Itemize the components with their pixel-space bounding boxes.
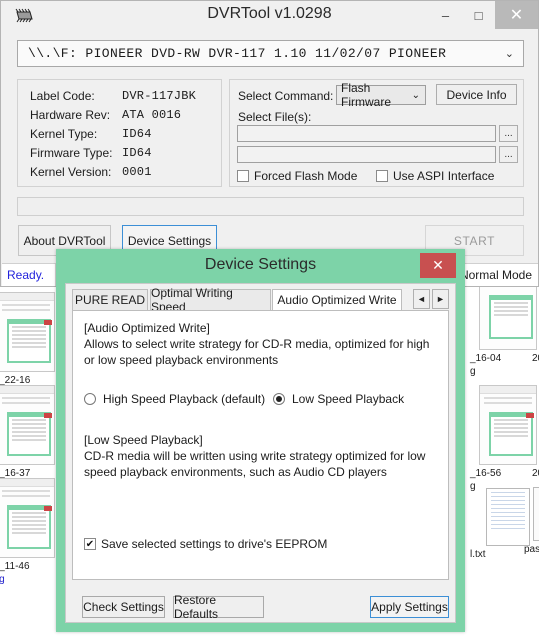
label-kernel-type: Kernel Type: (30, 127, 98, 141)
file-name: 201 (532, 468, 539, 479)
tab-scroll-left-icon[interactable]: ◄ (413, 289, 430, 309)
file-name: pas (524, 544, 539, 555)
apply-settings-button[interactable]: Apply Settings (370, 596, 449, 618)
select-command-value: Flash Firmware (341, 81, 391, 109)
close-icon: ✕ (509, 7, 524, 24)
audio-optimized-write-description: [Audio Optimized Write] Allows to select… (84, 321, 430, 367)
file-list-item[interactable]: pas (522, 487, 539, 556)
progress-bar (17, 197, 524, 216)
file-thumbnail (479, 385, 537, 465)
file-name: _16-56 (470, 468, 502, 479)
tab-audio-optimized-write[interactable]: Audio Optimized Write (272, 289, 402, 311)
checkbox-box (376, 170, 388, 182)
title-bar: DVRTool v1.0298 – □ ✕ (1, 1, 538, 31)
maximize-button[interactable]: □ (462, 1, 495, 29)
dialog-title: Device Settings (204, 256, 317, 273)
file-thumbnail (0, 385, 55, 465)
drive-selector-dropdown[interactable]: \\.\F: PIONEER DVD-RW DVR-117 1.10 11/02… (17, 40, 524, 67)
command-panel: Select Command: Flash Firmware ⌄ Device … (229, 79, 524, 187)
minimize-button[interactable]: – (429, 1, 462, 29)
save-to-eeprom-checkbox[interactable]: ✔ Save selected settings to drive's EEPR… (84, 537, 327, 551)
file-ext: g (470, 366, 476, 377)
tab-pure-read[interactable]: PURE READ (72, 289, 148, 311)
dvrtool-main-window: DVRTool v1.0298 – □ ✕ \\.\F: PIONEER DVD… (0, 0, 539, 287)
file-list-item[interactable]: 201 (530, 385, 539, 480)
tab-scroll-right-icon[interactable]: ► (432, 289, 449, 309)
minimize-icon: – (441, 7, 450, 23)
value-label-code: DVR-117JBK (122, 89, 197, 103)
select-command-label: Select Command: (238, 89, 334, 103)
select-command-dropdown[interactable]: Flash Firmware ⌄ (336, 81, 426, 109)
radio-circle (273, 393, 285, 405)
radio-high-speed-playback[interactable]: High Speed Playback (default) (84, 392, 265, 406)
check-settings-button[interactable]: Check Settings (82, 596, 165, 618)
dialog-close-button[interactable]: ✕ (420, 253, 456, 278)
device-info-panel: Label Code: DVR-117JBK Hardware Rev: ATA… (17, 79, 222, 187)
value-hardware-rev: ATA 0016 (122, 108, 182, 122)
label-label-code: Label Code: (30, 89, 95, 103)
close-icon: ✕ (432, 257, 444, 273)
low-speed-playback-description: [Low Speed Playback] CD-R media will be … (84, 433, 426, 479)
label-hardware-rev: Hardware Rev: (30, 108, 111, 122)
radio-high-speed-playback-label: High Speed Playback (default) (103, 392, 266, 406)
file-path-input-1[interactable] (237, 125, 496, 142)
device-settings-dialog: Device Settings ✕ PURE READ Optimal Writ… (56, 249, 465, 632)
value-kernel-type: ID64 (122, 127, 152, 141)
browse-button-1[interactable]: ... (499, 125, 518, 142)
status-mode-text: Normal Mode (459, 268, 532, 282)
tab-optimal-writing-speed[interactable]: Optimal Writing Speed (150, 286, 271, 314)
checkbox-box (237, 170, 249, 182)
chevron-down-icon: ⌄ (411, 89, 420, 101)
dialog-body: PURE READ Optimal Writing Speed Audio Op… (65, 283, 456, 623)
audio-optimized-write-panel: [Audio Optimized Write] Allows to select… (72, 310, 449, 580)
dialog-tab-strip: PURE READ Optimal Writing Speed Audio Op… (72, 286, 449, 314)
label-kernel-version: Kernel Version: (30, 165, 112, 179)
radio-circle (84, 393, 96, 405)
maximize-icon: □ (474, 7, 483, 23)
status-ready-text: Ready. (7, 268, 45, 282)
file-name: 201 (532, 353, 539, 364)
forced-flash-mode-checkbox[interactable]: Forced Flash Mode (237, 169, 357, 183)
label-firmware-type: Firmware Type: (30, 146, 113, 160)
forced-flash-mode-label: Forced Flash Mode (254, 169, 358, 183)
chevron-down-icon: ⌄ (504, 48, 514, 60)
value-firmware-type: ID64 (122, 146, 152, 160)
checkbox-box: ✔ (84, 538, 96, 550)
file-thumbnail (0, 478, 55, 558)
radio-low-speed-playback[interactable]: Low Speed Playback (273, 392, 404, 406)
value-kernel-version: 0001 (122, 165, 152, 179)
file-list-item[interactable]: _16-56 g (468, 385, 539, 493)
file-name: _16-04 (470, 353, 502, 364)
device-info-button[interactable]: Device Info (436, 84, 517, 105)
use-aspi-interface-checkbox[interactable]: Use ASPI Interface (376, 169, 494, 183)
select-files-label: Select File(s): (238, 110, 312, 124)
drive-selector-value: \\.\F: PIONEER DVD-RW DVR-117 1.10 11/02… (28, 46, 447, 61)
gear-icon (533, 487, 539, 541)
use-aspi-interface-label: Use ASPI Interface (393, 169, 495, 183)
file-path-input-2[interactable] (237, 146, 496, 163)
file-thumbnail (0, 292, 55, 372)
browse-button-2[interactable]: ... (499, 146, 518, 163)
radio-low-speed-playback-label: Low Speed Playback (292, 392, 405, 406)
save-to-eeprom-label: Save selected settings to drive's EEPROM (101, 537, 328, 551)
close-button[interactable]: ✕ (495, 1, 538, 29)
restore-defaults-button[interactable]: Restore Defaults (173, 593, 264, 621)
